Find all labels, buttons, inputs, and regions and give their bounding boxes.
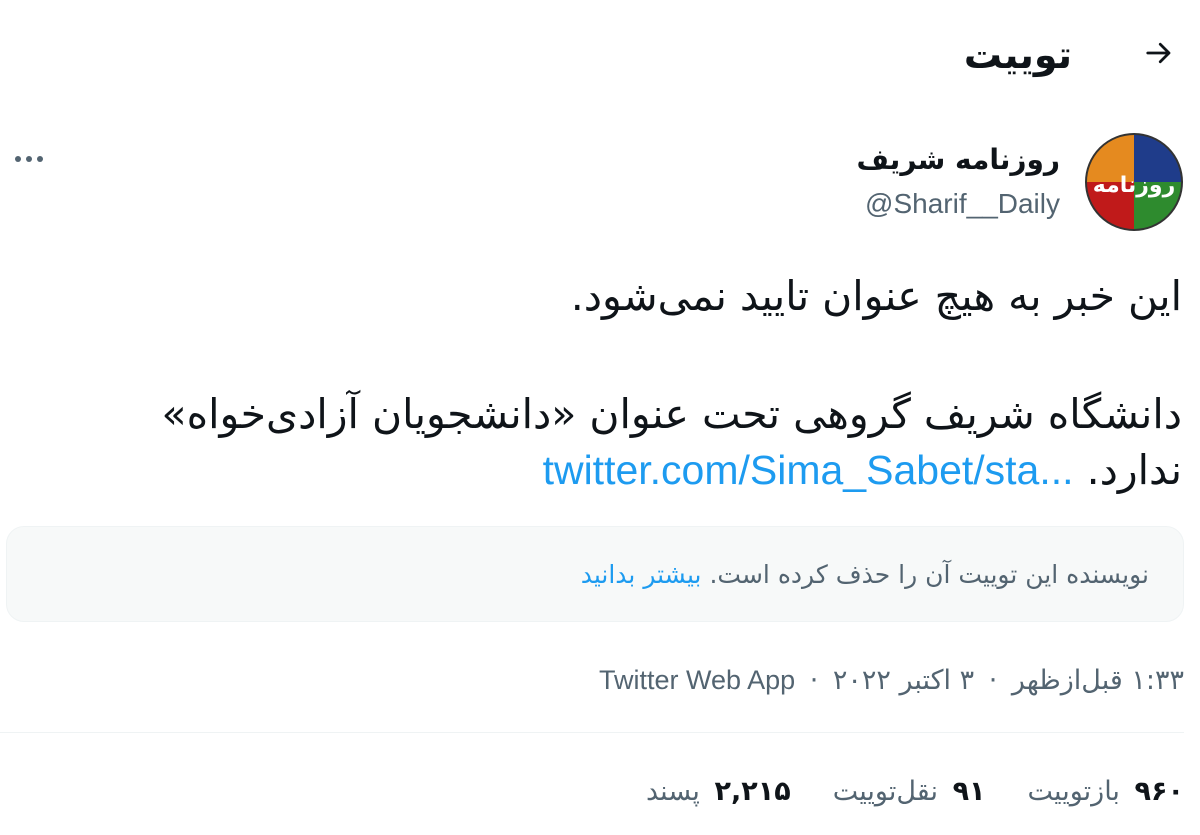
arrow-right-icon (1144, 38, 1174, 72)
deleted-tweet-notice: نویسنده این توییت آن را حذف کرده است. بی… (6, 526, 1184, 622)
likes-label: پسند (646, 776, 700, 807)
notice-text: نویسنده این توییت آن را حذف کرده است. (709, 559, 1149, 589)
page-header: توییت (0, 0, 1200, 110)
tweet-line-3-text: ندارد. (1086, 446, 1182, 494)
retweets-label: بازتوییت (1027, 776, 1120, 807)
tweet-page: توییت روزنامه روزنامه شریف @Sharif__Dail… (0, 0, 1200, 835)
meta-separator: · (809, 665, 819, 696)
tweet-source[interactable]: Twitter Web App (599, 665, 795, 695)
tweet-meta: ۱:۳۳ قبل‌ازظهر · ۳ اکتبر ۲۰۲۲ · Twitter … (599, 658, 1184, 703)
avatar[interactable]: روزنامه (1084, 132, 1184, 232)
tweet-line-1: این خبر به هیچ عنوان تایید نمی‌شود. (570, 272, 1182, 320)
more-horizontal-icon (13, 149, 45, 168)
back-button[interactable] (1136, 32, 1182, 78)
page-title: توییت (963, 33, 1072, 77)
tweet-date[interactable]: ۳ اکتبر ۲۰۲۲ (833, 665, 974, 696)
learn-more-link[interactable]: بیشتر بدانید (581, 560, 702, 589)
retweets-stat[interactable]: ۹۶۰ بازتوییت (1028, 770, 1184, 814)
quotes-stat[interactable]: ۹۱ نقل‌توییت (833, 770, 986, 814)
likes-stat[interactable]: ۲,۲۱۵ پسند (646, 770, 791, 814)
tweet-line-2: دانشگاه شریف گروهی تحت عنوان «دانشجویان … (161, 390, 1182, 438)
tweet-link[interactable]: twitter.com/Sima_Sabet/sta... (543, 447, 1074, 493)
tweet-stats: ۹۶۰ بازتوییت ۹۱ نقل‌توییت ۲,۲۱۵ پسند (646, 770, 1184, 814)
author-name[interactable]: روزنامه شریف (856, 140, 1060, 180)
svg-text:روزنامه: روزنامه (1093, 173, 1176, 198)
retweets-count: ۹۶۰ (1134, 776, 1184, 807)
quotes-label: نقل‌توییت (832, 776, 938, 807)
divider (0, 732, 1184, 733)
likes-count: ۲,۲۱۵ (714, 776, 791, 807)
avatar-logo-icon: روزنامه (1085, 133, 1183, 231)
author-handle[interactable]: @Sharif__Daily (865, 184, 1060, 224)
tweet-line-3: ندارد. twitter.com/Sima_Sabet/sta... (8, 442, 1182, 498)
quotes-count: ۹۱ (952, 776, 986, 807)
more-options-button[interactable] (6, 140, 52, 176)
meta-separator: · (988, 665, 998, 696)
tweet-time[interactable]: ۱:۳۳ قبل‌ازظهر (1012, 665, 1184, 696)
tweet-text: این خبر به هیچ عنوان تایید نمی‌شود. دانش… (8, 268, 1182, 498)
